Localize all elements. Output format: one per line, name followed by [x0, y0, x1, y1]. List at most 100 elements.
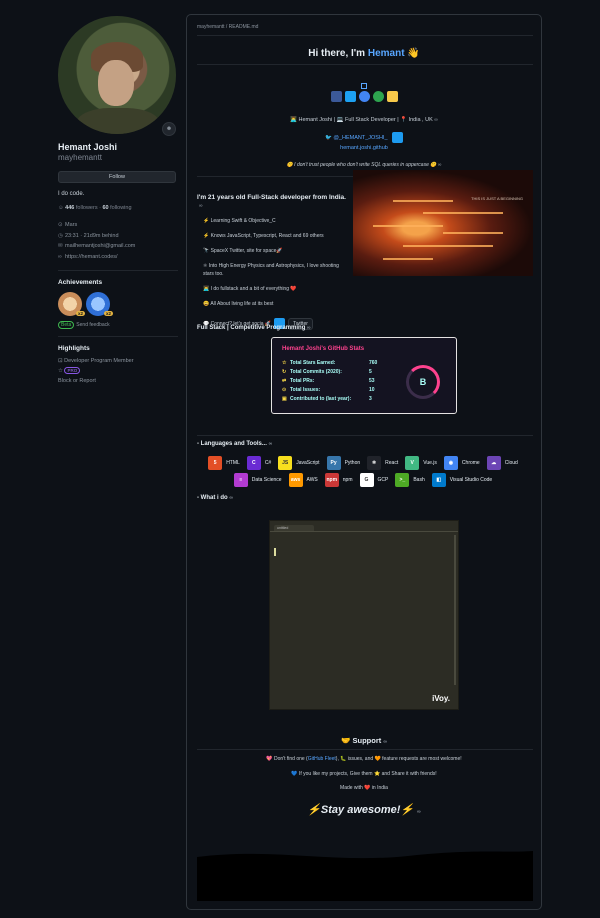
facebook-icon[interactable]	[330, 91, 342, 102]
tools-badges: 5 HTML C C# JS JavaScript Py Python ⚛ React V Vue.j…	[197, 456, 533, 487]
github-stats-card[interactable]: Hemant Joshi's GitHub Stats ☆ Total Stars…	[271, 337, 457, 414]
stats-value: 53	[369, 378, 375, 384]
anchor-link-icon[interactable]: ∞	[307, 325, 311, 331]
whatido-text: - What i do	[197, 495, 228, 501]
tool-label: Vue.js	[423, 460, 437, 466]
stats-title: Hemant Joshi's GitHub Stats	[282, 346, 365, 352]
editor-cursor	[274, 548, 276, 556]
tool-label: JavaScript	[296, 460, 320, 466]
intro-heading: I'm 21 years old Full-Stack developer fr…	[197, 194, 346, 201]
divider	[58, 336, 178, 337]
stats-row: ▣ Contributed to (last year): 3	[282, 396, 372, 402]
google-icon[interactable]	[358, 91, 370, 102]
beta-feedback[interactable]: Beta Send feedback	[58, 321, 178, 329]
tool-icon: aws	[288, 473, 303, 487]
achievement-badge[interactable]: x2	[58, 292, 85, 316]
highlight-developer-program[interactable]: Developer Program Member	[64, 358, 133, 364]
languages-heading: - Languages and Tools... ∞	[197, 441, 272, 447]
tagline-text: 👨‍💻 Hemant Joshi | 💻 Full Stack Develope…	[290, 117, 433, 123]
tool-badge[interactable]: ≡ Data Science	[233, 473, 286, 487]
tool-icon: JS	[278, 456, 293, 470]
site-link[interactable]: hemant.joshi.github	[340, 145, 388, 151]
support-line-1: 💖 Don't find one (GitHub Fleet), 🐛 issue…	[187, 756, 541, 762]
anchor-link-icon[interactable]: ∞	[417, 809, 421, 815]
block-report-link[interactable]: Block or Report	[58, 376, 178, 386]
tool-label: Visual Studio Code	[449, 477, 493, 483]
anchor-link-icon[interactable]: ∞	[383, 739, 387, 745]
profile-icon[interactable]	[386, 91, 398, 102]
readme-path: mayhemantt / README.md	[197, 24, 259, 30]
profile-details: ⊙ Mars ◷ 23:31 · 21d9m behind ✉ mailhemantj…	[58, 220, 178, 262]
tool-badge[interactable]: npm npm	[324, 473, 357, 487]
following-label[interactable]: following	[110, 205, 131, 211]
followers-label[interactable]: followers	[76, 205, 98, 211]
tool-badge[interactable]: aws AWS	[288, 473, 322, 487]
achievements-list: x2 x2	[58, 292, 178, 316]
profile-name: Hemant Joshi	[58, 142, 118, 152]
anchor-link-icon[interactable]: ∞	[438, 162, 442, 168]
email-link[interactable]: mailhemantjoshi@gmail.com	[65, 243, 135, 249]
anchor-link-icon[interactable]: ∞	[229, 495, 233, 501]
tool-badge[interactable]: JS JavaScript	[278, 456, 324, 470]
achievement-badge[interactable]: x2	[86, 292, 113, 316]
following-count[interactable]: 60	[102, 205, 108, 211]
space-gif: THIS IS JUST A BEGINNING	[353, 170, 533, 276]
spotify-icon[interactable]	[372, 91, 384, 102]
website-link[interactable]: https://hemant.codes/	[65, 254, 118, 260]
tool-badge[interactable]: >_ Bash	[395, 473, 429, 487]
stay-awesome: ⚡Stay awesome!⚡ ∞	[187, 803, 541, 816]
footer-wave	[197, 851, 533, 901]
anchor-link-icon[interactable]: ∞	[269, 441, 273, 447]
twitter-badge-icon[interactable]	[392, 132, 404, 143]
divider	[197, 435, 533, 436]
github-fleet-link[interactable]: GitHub Fleet	[308, 756, 336, 762]
languages-text: - Languages and Tools...	[197, 441, 267, 447]
twitter-handle[interactable]: 🐦 @_HEMANT_JOSHI_	[325, 135, 388, 141]
list-item: ⚡ Learning Swift & Objective_C	[203, 218, 276, 224]
broken-image-icon	[361, 83, 367, 89]
location-icon: ⊙	[58, 222, 63, 228]
beta-feedback-label: Send feedback	[76, 322, 110, 328]
beta-pill: Beta	[58, 321, 75, 329]
tool-badge[interactable]: Py Python	[326, 456, 365, 470]
tool-icon: >_	[395, 473, 410, 487]
stats-label: Total Issues:	[290, 387, 321, 393]
stats-label: Total Stars Earned:	[290, 360, 336, 366]
achievements-heading: Achievements	[58, 279, 103, 286]
avatar[interactable]	[58, 16, 176, 134]
twitter-icon[interactable]	[344, 91, 356, 102]
profile-username: mayhemantt	[58, 153, 103, 162]
divider	[197, 35, 533, 36]
tool-badge[interactable]: ☁ Cloud	[486, 456, 522, 470]
tool-badge[interactable]: V Vue.js	[405, 456, 441, 470]
hello-prefix: Hi there, I'm	[308, 48, 368, 59]
local-time: 23:31 · 21d9m behind	[65, 232, 119, 239]
stats-label: Contributed to (last year):	[290, 396, 352, 402]
follow-button[interactable]: Follow	[58, 171, 176, 183]
achievement-count: x2	[75, 311, 85, 316]
status-emoji-icon[interactable]: ☻	[162, 122, 176, 136]
tool-badge[interactable]: ◧ Visual Studio Code	[431, 473, 497, 487]
tool-icon: Py	[326, 456, 341, 470]
support-line-1-post: ), 🐛 issues, and 🧡 feature requests are …	[335, 756, 462, 762]
location: Mars	[65, 222, 78, 228]
rank-letter: B	[419, 377, 427, 387]
followers-count[interactable]: 446	[65, 205, 74, 211]
highlights-heading: Highlights	[58, 345, 90, 352]
tool-badge[interactable]: G GCP	[359, 473, 393, 487]
tagline: 👨‍💻 Hemant Joshi | 💻 Full Stack Develope…	[187, 117, 541, 123]
twitter-line: 🐦 @_HEMANT_JOSHI_	[187, 132, 541, 143]
anchor-link-icon[interactable]: ∞	[434, 117, 438, 123]
tool-badge[interactable]: ◉ Chrome	[443, 456, 484, 470]
tool-label: React	[385, 460, 399, 466]
tool-badge[interactable]: ⚛ React	[367, 456, 403, 470]
profile-sidebar: ☻ Hemant Joshi mayhemantt Follow I do co…	[58, 16, 178, 386]
tool-badge[interactable]: 5 HTML	[208, 456, 244, 470]
tool-label: GCP	[377, 477, 389, 483]
tool-label: C#	[264, 460, 272, 466]
tool-label: Cloud	[504, 460, 518, 466]
anchor-link-icon[interactable]: ∞	[199, 203, 203, 209]
stats-value: 3	[369, 396, 372, 402]
tool-icon: G	[359, 473, 374, 487]
tool-badge[interactable]: C C#	[246, 456, 276, 470]
